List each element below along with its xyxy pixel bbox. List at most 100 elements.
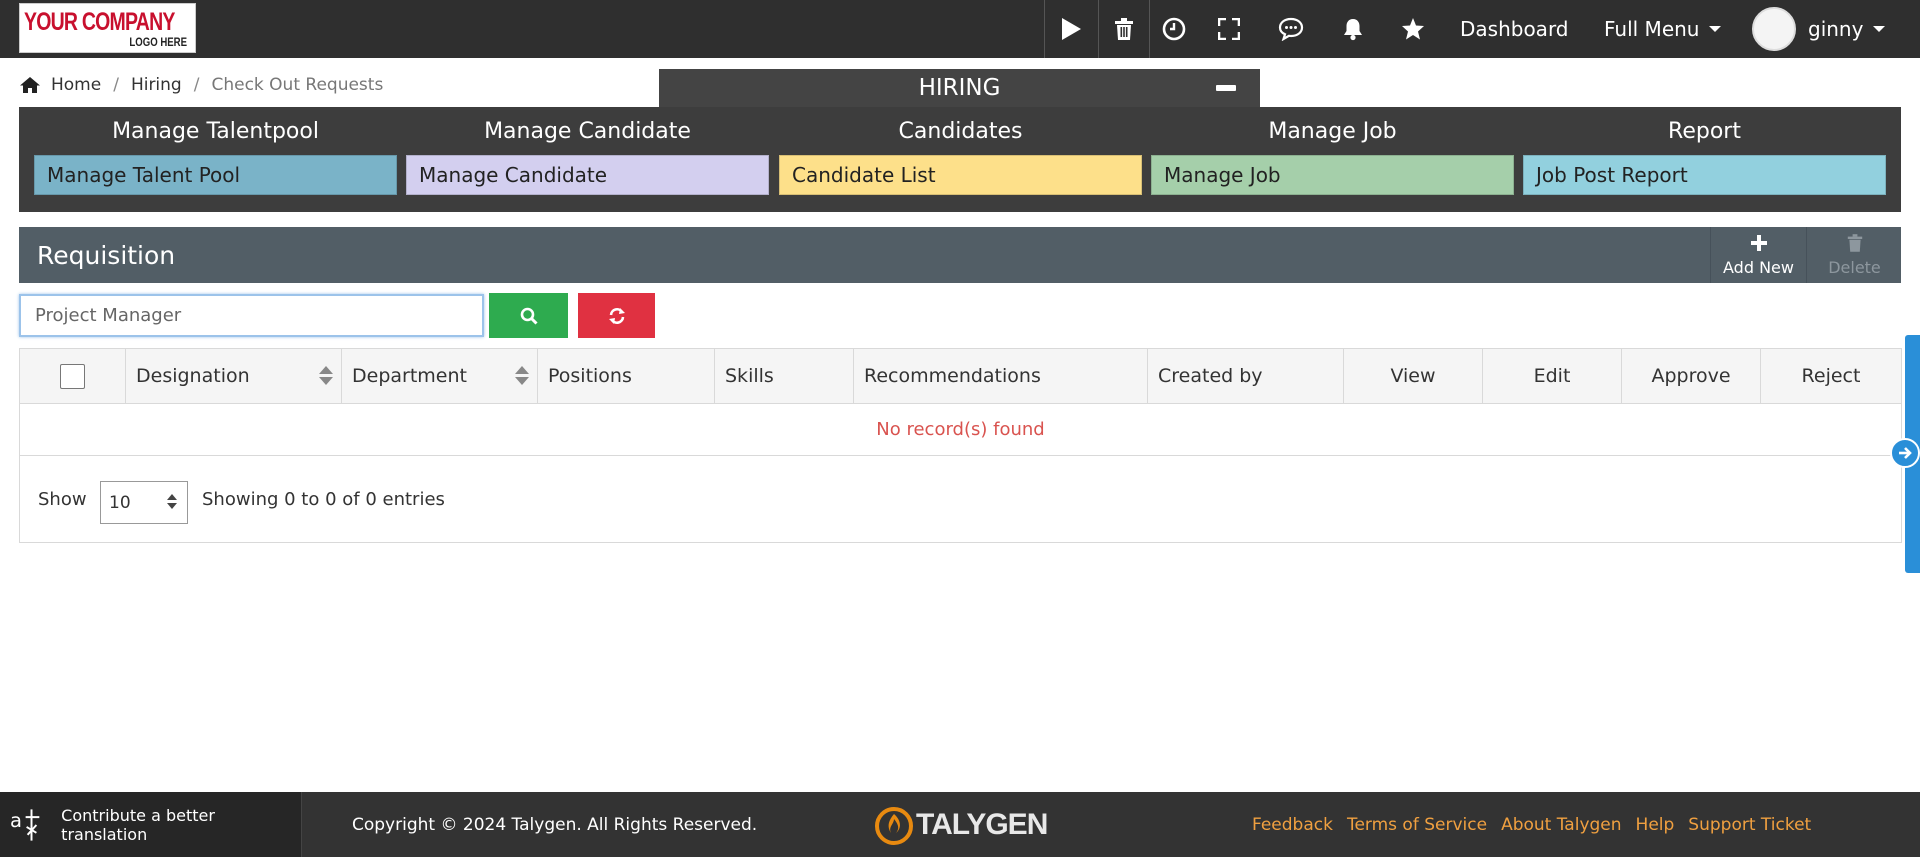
- column-header-reject: Reject: [1761, 349, 1901, 403]
- column-header-edit: Edit: [1483, 349, 1622, 403]
- company-logo[interactable]: YOUR COMPANY LOGO HERE: [19, 3, 196, 53]
- job-post-report-link[interactable]: Job Post Report: [1523, 155, 1886, 195]
- user-menu-dropdown[interactable]: ginny: [1808, 0, 1886, 58]
- breadcrumb-separator: /: [193, 75, 200, 95]
- breadcrumb-current: Check Out Requests: [211, 75, 384, 95]
- breadcrumb: Home / Hiring / Check Out Requests: [19, 74, 383, 96]
- column-header-created-by: Created by: [1148, 349, 1344, 403]
- trash-icon: [1847, 233, 1863, 258]
- feedback-link[interactable]: Feedback: [1252, 815, 1333, 835]
- chevron-down-icon: [1709, 26, 1722, 32]
- manage-talent-pool-link[interactable]: Manage Talent Pool: [34, 155, 397, 195]
- chevron-down-icon: [1873, 26, 1886, 32]
- logo-line2: LOGO HERE: [129, 35, 187, 49]
- about-talygen-link[interactable]: About Talygen: [1501, 815, 1621, 835]
- search-button[interactable]: [489, 293, 568, 338]
- reset-button[interactable]: [578, 293, 655, 338]
- select-all-checkbox[interactable]: [60, 363, 85, 389]
- top-navbar: YOUR COMPANY LOGO HERE Dashboard Full Me…: [0, 0, 1920, 58]
- select-all-cell: [20, 349, 126, 403]
- breadcrumb-separator: /: [113, 75, 119, 95]
- full-menu-dropdown[interactable]: Full Menu: [1604, 0, 1722, 58]
- svg-text:a: a: [10, 808, 22, 831]
- sort-icon[interactable]: [319, 366, 333, 386]
- page-size-value: 10: [109, 492, 131, 513]
- add-new-label: Add New: [1723, 257, 1794, 277]
- manage-candidate-link[interactable]: Manage Candidate: [406, 155, 769, 195]
- manage-job-link[interactable]: Manage Job: [1151, 155, 1514, 195]
- play-icon[interactable]: [1045, 0, 1097, 58]
- support-ticket-link[interactable]: Support Ticket: [1688, 815, 1811, 835]
- arrow-right-circle-icon[interactable]: [1890, 438, 1920, 468]
- delete-label: Delete: [1828, 257, 1881, 277]
- add-new-button[interactable]: Add New: [1710, 227, 1806, 283]
- home-icon[interactable]: [19, 76, 41, 94]
- hiring-column-job: Manage Job Manage Job: [1151, 107, 1514, 195]
- page-size-select[interactable]: 10: [100, 481, 188, 524]
- search-input[interactable]: [19, 294, 484, 337]
- column-label: Reject: [1801, 365, 1861, 387]
- full-menu-label: Full Menu: [1604, 17, 1700, 41]
- trash-icon[interactable]: [1099, 0, 1149, 58]
- user-name: ginny: [1808, 17, 1864, 41]
- hiring-panel-header: HIRING: [659, 69, 1260, 107]
- table-footer: Show 10 Showing 0 to 0 of 0 entries: [20, 456, 1901, 542]
- requisition-header: Requisition Add New Delete: [19, 227, 1901, 283]
- hiring-column-candidate: Manage Candidate Manage Candidate: [406, 107, 769, 195]
- bell-icon[interactable]: [1328, 0, 1378, 58]
- chat-icon[interactable]: [1265, 0, 1317, 58]
- breadcrumb-hiring[interactable]: Hiring: [131, 75, 182, 95]
- candidate-list-link[interactable]: Candidate List: [779, 155, 1142, 195]
- select-arrows-icon: [167, 494, 177, 510]
- entries-info: Showing 0 to 0 of 0 entries: [202, 488, 445, 510]
- column-label: Approve: [1651, 365, 1731, 387]
- page-title: Requisition: [37, 240, 176, 270]
- column-header-positions: Positions: [538, 349, 715, 403]
- show-label: Show: [38, 488, 87, 510]
- column-header-skills: Skills: [715, 349, 854, 403]
- delete-button[interactable]: Delete: [1806, 227, 1902, 283]
- column-label: Department: [352, 365, 467, 387]
- column-header-designation[interactable]: Designation: [126, 349, 342, 403]
- clock-icon[interactable]: [1150, 0, 1198, 58]
- column-label: Edit: [1533, 365, 1571, 387]
- brand-name: TALYGEN: [916, 808, 1048, 841]
- footer: a Contribute a better translation Copyri…: [0, 792, 1920, 857]
- requisition-table: Designation Department Positions Skills …: [19, 348, 1902, 543]
- column-header-recommendations: Recommendations: [854, 349, 1148, 403]
- column-header-department[interactable]: Department: [342, 349, 538, 403]
- avatar[interactable]: [1752, 7, 1796, 51]
- hiring-title: HIRING: [918, 75, 1001, 101]
- talygen-logo: TALYGEN: [874, 805, 1048, 845]
- column-label: View: [1390, 365, 1436, 387]
- hiring-column-talentpool: Manage Talentpool Manage Talent Pool: [34, 107, 397, 195]
- hiring-column-report: Report Job Post Report: [1523, 107, 1886, 195]
- star-icon[interactable]: [1388, 0, 1438, 58]
- column-header-view: View: [1344, 349, 1483, 403]
- table-header: Designation Department Positions Skills …: [20, 349, 1901, 404]
- column-label: Recommendations: [864, 365, 1041, 387]
- copyright-text: Copyright © 2024 Talygen. All Rights Res…: [352, 814, 758, 835]
- column-label: Skills: [725, 365, 774, 387]
- terms-of-service-link[interactable]: Terms of Service: [1347, 815, 1487, 835]
- translate-button[interactable]: a Contribute a better translation: [0, 792, 302, 857]
- dashboard-link[interactable]: Dashboard: [1460, 0, 1569, 58]
- minimize-icon[interactable]: [1216, 85, 1236, 91]
- breadcrumb-home[interactable]: Home: [51, 75, 101, 95]
- empty-state-message: No record(s) found: [20, 404, 1901, 456]
- hiring-column-title: Manage Job: [1268, 118, 1397, 144]
- fullscreen-icon[interactable]: [1205, 0, 1253, 58]
- talygen-logo-icon: [875, 807, 913, 845]
- sort-icon[interactable]: [515, 366, 529, 386]
- hiring-menu-panel: Manage Talentpool Manage Talent Pool Man…: [19, 107, 1901, 212]
- logo-line1: YOUR COMPANY: [24, 8, 175, 36]
- hiring-column-title: Manage Candidate: [484, 118, 691, 144]
- translate-label: Contribute a better translation: [61, 805, 215, 844]
- search-icon: [520, 307, 538, 325]
- refresh-icon: [608, 307, 625, 324]
- column-label: Created by: [1158, 365, 1263, 387]
- footer-links: Feedback Terms of Service About Talygen …: [1252, 792, 1825, 857]
- column-label: Designation: [136, 365, 250, 387]
- hiring-column-title: Manage Talentpool: [112, 118, 319, 144]
- help-link[interactable]: Help: [1636, 815, 1675, 835]
